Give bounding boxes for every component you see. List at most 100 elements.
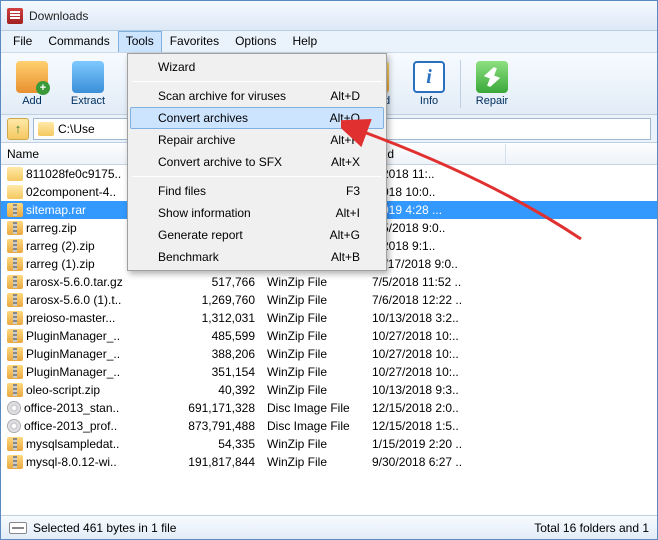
menu-item-label: Show information: [158, 206, 251, 220]
file-modified: 11/17/2018 9:0..: [366, 257, 506, 271]
status-right: Total 16 folders and 1: [534, 521, 649, 535]
statusbar: Selected 461 bytes in 1 file Total 16 fo…: [1, 515, 657, 539]
file-type: Disc Image File: [261, 401, 366, 415]
menu-item-shortcut: Alt+Q: [330, 111, 360, 125]
table-row[interactable]: oleo-script.zip40,392WinZip File10/13/20…: [1, 381, 657, 399]
menu-options[interactable]: Options: [227, 31, 284, 52]
file-name: 02component-4..: [26, 185, 116, 199]
table-row[interactable]: rarosx-5.6.0.tar.gz517,766WinZip File7/5…: [1, 273, 657, 291]
file-type: WinZip File: [261, 365, 366, 379]
path-text: C:\Use: [58, 122, 95, 136]
menu-item-label: Wizard: [158, 60, 195, 74]
menu-separator: [132, 81, 382, 82]
menu-item-shortcut: Alt+B: [331, 250, 360, 264]
menu-item-label: Find files: [158, 184, 206, 198]
file-size: 873,791,488: [176, 419, 261, 433]
table-row[interactable]: PluginManager_..388,206WinZip File10/27/…: [1, 345, 657, 363]
file-name: PluginManager_..: [26, 347, 120, 361]
file-type: Disc Image File: [261, 419, 366, 433]
disc-icon: [7, 419, 21, 433]
file-size: 517,766: [176, 275, 261, 289]
file-type: WinZip File: [261, 311, 366, 325]
file-type: WinZip File: [261, 275, 366, 289]
file-size: 54,335: [176, 437, 261, 451]
file-name: rarreg (1).zip: [26, 257, 95, 271]
zip-icon: [7, 329, 23, 343]
info-button[interactable]: Info: [402, 56, 456, 112]
menu-item-shortcut: F3: [346, 184, 360, 198]
zip-icon: [7, 203, 23, 217]
menu-item-find-files[interactable]: Find files F3: [130, 180, 384, 202]
file-modified: 10/27/2018 10:..: [366, 329, 506, 343]
main-window: Downloads FileCommandsToolsFavoritesOpti…: [0, 0, 658, 540]
file-size: 40,392: [176, 383, 261, 397]
file-name: rarosx-5.6.0.tar.gz: [26, 275, 123, 289]
menu-commands[interactable]: Commands: [40, 31, 117, 52]
file-name: sitemap.rar: [26, 203, 86, 217]
app-icon: [7, 8, 23, 24]
menu-item-label: Benchmark: [158, 250, 219, 264]
folder-icon: [7, 185, 23, 199]
file-type: WinZip File: [261, 329, 366, 343]
zip-icon: [7, 311, 23, 325]
file-size: 388,206: [176, 347, 261, 361]
file-name: office-2013_prof..: [24, 419, 117, 433]
menu-favorites[interactable]: Favorites: [162, 31, 227, 52]
repair-label: Repair: [476, 95, 508, 107]
menu-item-label: Convert archive to SFX: [158, 155, 282, 169]
extract-button[interactable]: Extract: [61, 56, 115, 112]
add-label: Add: [22, 95, 42, 107]
menu-item-label: Scan archive for viruses: [158, 89, 286, 103]
file-modified: /2018 10:0..: [366, 185, 506, 199]
menu-item-scan-archive-for-viruses[interactable]: Scan archive for virusesAlt+D: [130, 85, 384, 107]
table-row[interactable]: preioso-master...1,312,031WinZip File10/…: [1, 309, 657, 327]
menu-item-wizard[interactable]: Wizard: [130, 56, 384, 78]
table-row[interactable]: mysql-8.0.12-wi..191,817,844WinZip File9…: [1, 453, 657, 471]
folder-icon: [38, 122, 54, 136]
file-type: WinZip File: [261, 293, 366, 307]
disc-icon: [7, 401, 21, 415]
table-row[interactable]: office-2013_prof.. 873,791,488Disc Image …: [1, 417, 657, 435]
menubar: FileCommandsToolsFavoritesOptionsHelp: [1, 31, 657, 53]
file-name: 811028fe0c9175..: [26, 167, 121, 181]
menu-item-shortcut: Alt+G: [330, 228, 360, 242]
zip-icon: [7, 239, 23, 253]
file-name: PluginManager_..: [26, 329, 120, 343]
toolbar-separator: [460, 60, 461, 108]
add-button[interactable]: Add: [5, 56, 59, 112]
menu-item-convert-archives[interactable]: Convert archives Alt+Q: [130, 107, 384, 129]
col-modified[interactable]: ified: [366, 144, 506, 164]
file-modified: 10/27/2018 10:..: [366, 347, 506, 361]
repair-button[interactable]: Repair: [465, 56, 519, 112]
table-row[interactable]: office-2013_stan..691,171,328Disc Image …: [1, 399, 657, 417]
table-row[interactable]: mysqlsampledat..54,335WinZip File1/15/20…: [1, 435, 657, 453]
file-modified: 1/15/2019 2:20 ..: [366, 437, 506, 451]
extract-icon: [72, 61, 104, 93]
table-row[interactable]: PluginManager_..485,599WinZip File10/27/…: [1, 327, 657, 345]
file-name: mysql-8.0.12-wi..: [26, 455, 117, 469]
menu-item-convert-archive-to-sfx[interactable]: Convert archive to SFXAlt+X: [130, 151, 384, 173]
file-modified: 7/2018 9:1..: [366, 239, 506, 253]
status-icon: [9, 522, 27, 534]
file-size: 1,269,760: [176, 293, 261, 307]
menu-item-repair-archive[interactable]: Repair archiveAlt+R: [130, 129, 384, 151]
menu-item-label: Convert archives: [158, 111, 248, 125]
up-folder-button[interactable]: [7, 118, 29, 140]
file-name: preioso-master...: [26, 311, 115, 325]
table-row[interactable]: PluginManager_..351,154WinZip File10/27/…: [1, 363, 657, 381]
menu-item-show-information[interactable]: Show informationAlt+I: [130, 202, 384, 224]
file-type: WinZip File: [261, 383, 366, 397]
zip-icon: [7, 293, 23, 307]
file-size: 351,154: [176, 365, 261, 379]
menu-item-generate-report[interactable]: Generate reportAlt+G: [130, 224, 384, 246]
table-row[interactable]: rarosx-5.6.0 (1).t..1,269,760WinZip File…: [1, 291, 657, 309]
extract-label: Extract: [71, 95, 105, 107]
menu-file[interactable]: File: [5, 31, 40, 52]
repair-icon: [476, 61, 508, 93]
file-modified: 10/27/2018 10:..: [366, 365, 506, 379]
file-size: 191,817,844: [176, 455, 261, 469]
menu-help[interactable]: Help: [284, 31, 325, 52]
menu-item-benchmark[interactable]: Benchmark Alt+B: [130, 246, 384, 268]
info-icon: [413, 61, 445, 93]
menu-tools[interactable]: Tools: [118, 31, 162, 52]
